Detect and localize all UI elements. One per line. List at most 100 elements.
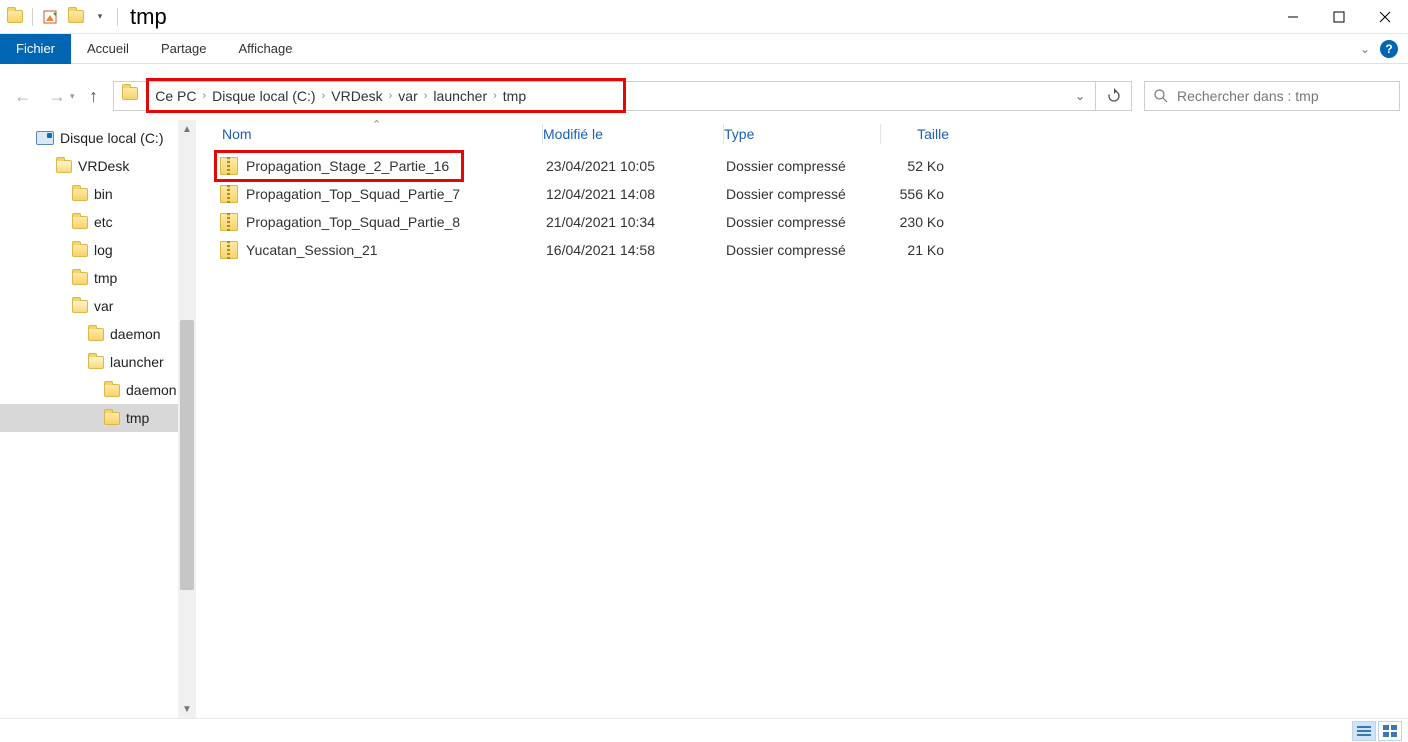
status-bar [0, 718, 1408, 742]
scrollbar-down-arrow[interactable]: ▼ [178, 700, 196, 718]
tree-item[interactable]: var [0, 292, 178, 320]
folder-icon [72, 216, 88, 229]
search-placeholder: Rechercher dans : tmp [1177, 88, 1319, 104]
breadcrumb-drive[interactable]: Disque local (C:) [206, 88, 321, 104]
folder-icon [72, 188, 88, 201]
zip-icon [220, 213, 238, 231]
file-type: Dossier compressé [720, 158, 876, 174]
scrollbar-up-arrow[interactable]: ▲ [178, 120, 196, 138]
main-area: Disque local (C:)VRDesk bin etc log tmp var da… [0, 120, 1408, 718]
tree-item[interactable]: VRDesk [0, 152, 178, 180]
ribbon-collapse-button[interactable]: ⌄ [1360, 42, 1370, 56]
forward-button[interactable]: → [42, 81, 72, 111]
file-name: Yucatan_Session_21 [246, 242, 540, 258]
qat-app-icon[interactable] [4, 6, 26, 28]
minimize-button[interactable] [1270, 0, 1316, 34]
ribbon-tab-share[interactable]: Partage [145, 34, 223, 64]
file-row[interactable]: Propagation_Top_Squad_Partie_712/04/2021… [196, 180, 1408, 208]
view-details-button[interactable] [1352, 721, 1376, 741]
tree-item[interactable]: etc [0, 208, 178, 236]
tree-item-label: tmp [126, 410, 149, 426]
breadcrumb-this-pc[interactable]: Ce PC [149, 88, 202, 104]
sort-indicator-icon: ⌃ [372, 118, 381, 131]
close-button[interactable] [1362, 0, 1408, 34]
column-header-type[interactable]: Type [724, 126, 880, 142]
column-header-name-label: Nom [222, 126, 252, 142]
tree-item[interactable]: Disque local (C:) [0, 124, 178, 152]
tree-scrollbar[interactable]: ▲ ▼ [178, 120, 196, 718]
ribbon-tab-home[interactable]: Accueil [71, 34, 145, 64]
folder-icon [72, 300, 88, 313]
file-size: 230 Ko [876, 214, 966, 230]
address-history-button[interactable]: ⌄ [1065, 82, 1095, 110]
navigation-pane: Disque local (C:)VRDesk bin etc log tmp var da… [0, 120, 196, 718]
view-large-icons-button[interactable] [1378, 721, 1402, 741]
breadcrumb-vrdesk[interactable]: VRDesk [325, 88, 388, 104]
folder-icon [104, 412, 120, 425]
folder-icon [88, 328, 104, 341]
tree-item[interactable]: bin [0, 180, 178, 208]
tree-item-label: daemon [110, 326, 161, 342]
tree-item-label: launcher [110, 354, 164, 370]
qat-customize-button[interactable]: ▾ [89, 6, 111, 28]
folder-icon [72, 272, 88, 285]
tree-item-label: tmp [94, 270, 117, 286]
file-type: Dossier compressé [720, 242, 876, 258]
window-controls [1270, 0, 1408, 34]
folder-icon [72, 244, 88, 257]
zip-icon [220, 241, 238, 259]
scrollbar-thumb[interactable] [180, 320, 194, 590]
address-folder-icon [122, 87, 138, 105]
up-button[interactable]: ↑ [79, 81, 109, 111]
folder-tree[interactable]: Disque local (C:)VRDesk bin etc log tmp var da… [0, 120, 178, 718]
zip-icon [220, 157, 238, 175]
help-button[interactable]: ? [1380, 40, 1398, 58]
file-row[interactable]: Yucatan_Session_2116/04/2021 14:58Dossie… [196, 236, 1408, 264]
column-headers: Nom ⌃ Modifié le Type Taille [196, 120, 1408, 148]
content-pane: Nom ⌃ Modifié le Type Taille Propagation… [196, 120, 1408, 718]
qat-properties-button[interactable] [39, 6, 61, 28]
search-icon [1153, 88, 1169, 104]
tree-item[interactable]: tmp [0, 264, 178, 292]
file-modified: 12/04/2021 14:08 [540, 186, 720, 202]
address-bar[interactable]: › Ce PC › Disque local (C:) › VRDesk › v… [113, 81, 1132, 111]
tree-item[interactable]: daemon [0, 320, 178, 348]
qat-new-folder-button[interactable] [65, 6, 87, 28]
ribbon-tab-file[interactable]: Fichier [0, 34, 71, 64]
folder-icon [56, 160, 72, 173]
tree-item[interactable]: log [0, 236, 178, 264]
ribbon-tab-view[interactable]: Affichage [222, 34, 308, 64]
qat-separator [32, 8, 33, 26]
back-button[interactable]: ← [8, 81, 38, 111]
tree-item[interactable]: daemon [0, 376, 178, 404]
navigation-row: ← → ▾ ↑ › Ce PC › Disque local (C:) › VR… [0, 78, 1408, 114]
file-row[interactable]: Propagation_Stage_2_Partie_1623/04/2021 … [196, 152, 1408, 180]
tree-item-label: etc [94, 214, 113, 230]
breadcrumb-var[interactable]: var [392, 88, 423, 104]
column-header-modified[interactable]: Modifié le [543, 126, 723, 142]
file-modified: 16/04/2021 14:58 [540, 242, 720, 258]
file-modified: 23/04/2021 10:05 [540, 158, 720, 174]
ribbon-tabs: Fichier Accueil Partage Affichage ⌄ ? [0, 34, 1408, 64]
column-header-name[interactable]: Nom ⌃ [222, 126, 542, 142]
maximize-button[interactable] [1316, 0, 1362, 34]
file-name: Propagation_Top_Squad_Partie_8 [246, 214, 540, 230]
zip-icon [220, 185, 238, 203]
window-title: tmp [130, 4, 167, 30]
breadcrumb-launcher[interactable]: launcher [427, 88, 493, 104]
tree-item-label: daemon [126, 382, 177, 398]
file-name: Propagation_Stage_2_Partie_16 [246, 158, 540, 174]
file-modified: 21/04/2021 10:34 [540, 214, 720, 230]
drive-icon [36, 131, 54, 145]
tree-item[interactable]: tmp [0, 404, 178, 432]
refresh-button[interactable] [1095, 82, 1131, 110]
folder-icon [104, 384, 120, 397]
column-header-size[interactable]: Taille [881, 126, 971, 142]
ribbon-gap [0, 64, 1408, 78]
search-box[interactable]: Rechercher dans : tmp [1144, 81, 1400, 111]
file-row[interactable]: Propagation_Top_Squad_Partie_821/04/2021… [196, 208, 1408, 236]
tree-item-label: bin [94, 186, 113, 202]
tree-item[interactable]: launcher [0, 348, 178, 376]
breadcrumb-tmp[interactable]: tmp [497, 88, 532, 104]
recent-locations-button[interactable]: ▾ [70, 91, 75, 102]
